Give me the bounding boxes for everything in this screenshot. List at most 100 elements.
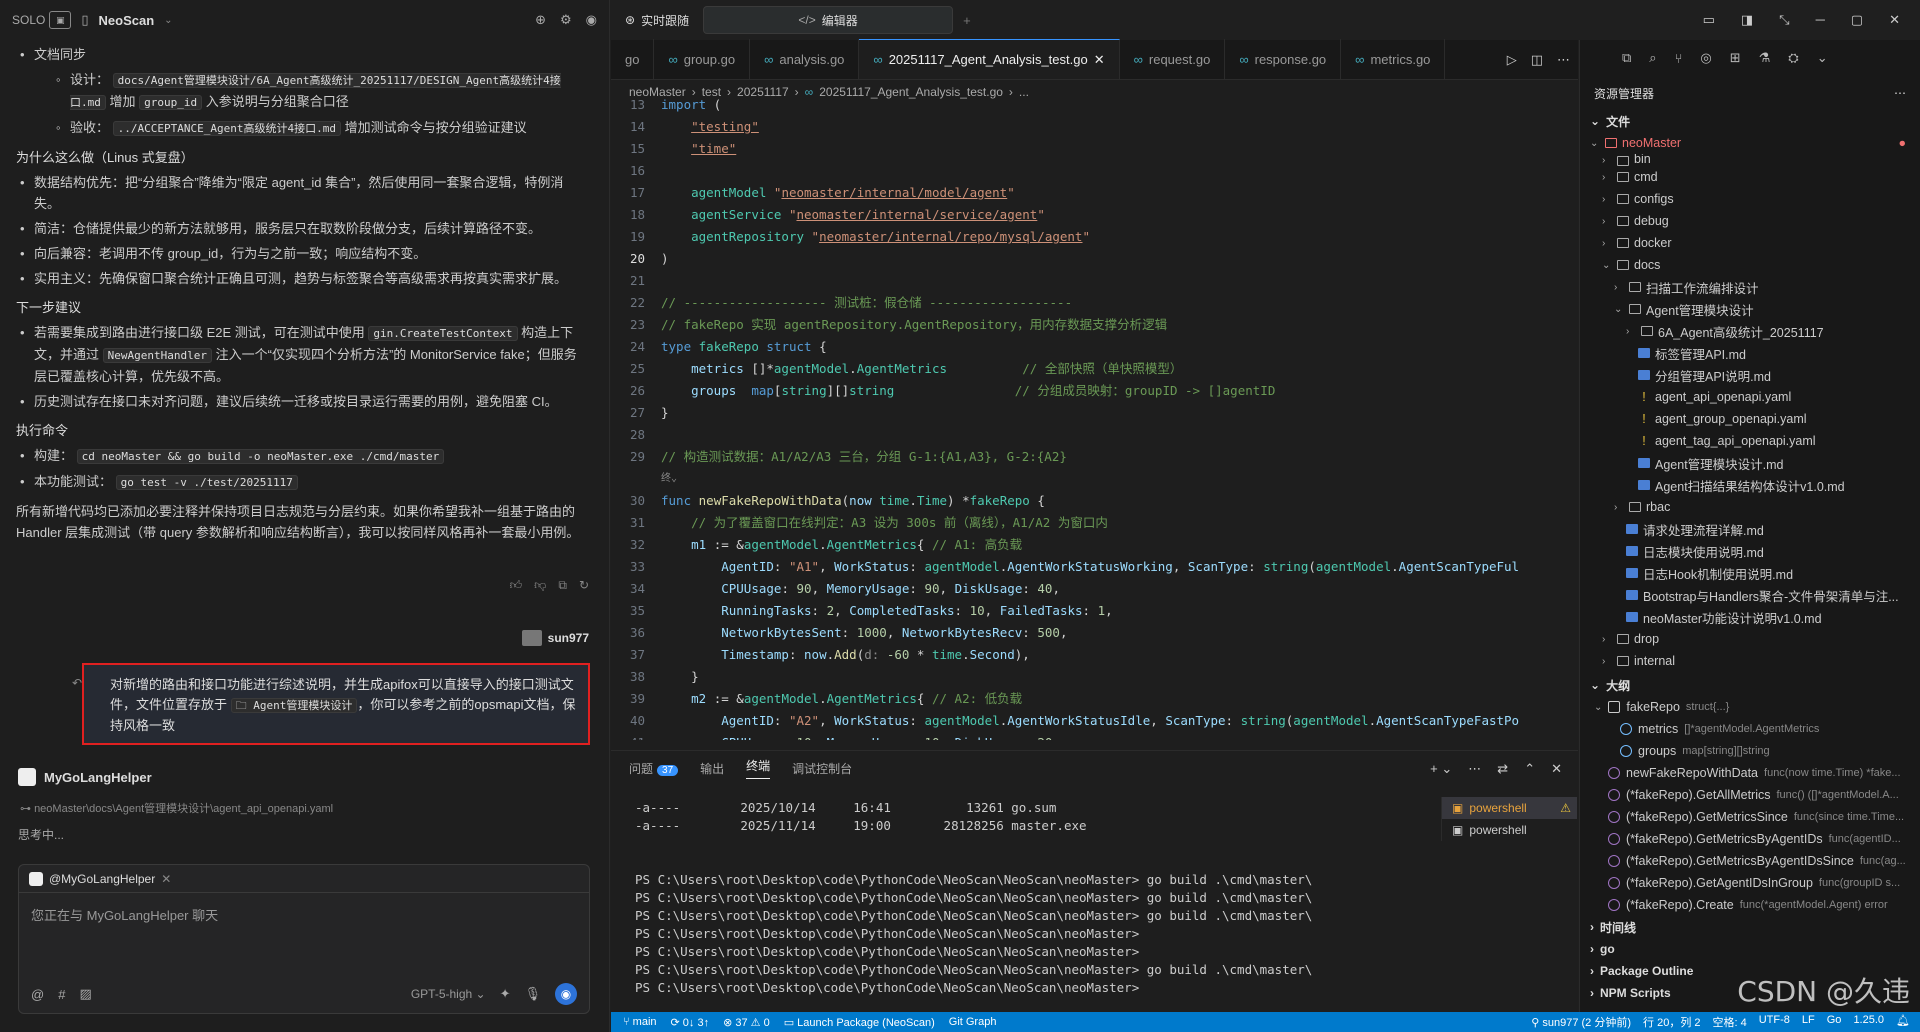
tree-item[interactable]: › internal bbox=[1580, 650, 1920, 672]
terminal-item[interactable]: ▣ powershell ⚠ bbox=[1442, 797, 1577, 819]
thumbs-down-icon[interactable]: 👎︎ bbox=[534, 578, 546, 593]
git-graph-button[interactable]: Git Graph bbox=[949, 1016, 997, 1028]
tree-item[interactable]: 标签管理API.md bbox=[1580, 342, 1920, 364]
tree-root[interactable]: ⌄ neoMaster ● bbox=[1580, 132, 1920, 154]
sidebar-toggle-icon[interactable]: ▯ bbox=[81, 12, 88, 28]
minimize-icon[interactable]: ─ bbox=[1816, 12, 1825, 28]
outline-item[interactable]: (*fakeRepo).GetMetricsByAgentIDs func(age… bbox=[1580, 828, 1920, 850]
tab-editor[interactable]: </> 编辑器 bbox=[703, 6, 954, 34]
project-title[interactable]: NeoScan bbox=[99, 13, 155, 28]
add-terminal-icon[interactable]: + ⌄ bbox=[1430, 761, 1452, 777]
outline-item[interactable]: (*fakeRepo).GetAllMetrics func() ([]*agen… bbox=[1580, 784, 1920, 806]
flask-icon[interactable]: ⚗ bbox=[1759, 50, 1771, 66]
extensions-icon[interactable]: ⊞ bbox=[1730, 50, 1741, 66]
outline-item[interactable]: (*fakeRepo).Create func(*agentModel.Agent… bbox=[1580, 894, 1920, 916]
blame-status[interactable]: ⚲ sun977 (2 分钟前) bbox=[1531, 1014, 1631, 1030]
outline-item[interactable]: ⌄ fakeRepo struct{...} bbox=[1580, 696, 1920, 718]
close-window-icon[interactable]: ✕ bbox=[1889, 12, 1900, 28]
tree-item[interactable]: › rbac bbox=[1580, 496, 1920, 518]
indentation[interactable]: 空格: 4 bbox=[1713, 1014, 1747, 1030]
editor-tab[interactable]: ∞ group.go bbox=[654, 39, 751, 79]
gear-icon[interactable]: ⚙ bbox=[560, 12, 572, 28]
close-icon[interactable]: ✕ bbox=[1094, 52, 1105, 68]
editor-tab-active[interactable]: ∞ 20251117_Agent_Analysis_test.go ✕ bbox=[859, 39, 1120, 79]
timeline-section[interactable]: › 时间线 bbox=[1580, 916, 1920, 938]
split-editor-icon[interactable]: ◫ bbox=[1531, 52, 1543, 68]
files-section[interactable]: ⌄ 文件 bbox=[1580, 110, 1920, 132]
tree-item[interactable]: › 扫描工作流编排设计 bbox=[1580, 276, 1920, 298]
thumbs-up-icon[interactable]: 👍︎ bbox=[510, 578, 523, 593]
editor-tab[interactable]: go bbox=[611, 39, 655, 79]
tree-item[interactable]: ! agent_api_openapi.yaml bbox=[1580, 386, 1920, 408]
tree-item[interactable]: 请求处理流程详解.md bbox=[1580, 518, 1920, 540]
outline-item[interactable]: (*fakeRepo).GetMetricsByAgentIDsSince fun… bbox=[1580, 850, 1920, 872]
tree-item[interactable]: 分组管理API说明.md bbox=[1580, 364, 1920, 386]
tree-item[interactable]: Bootstrap与Handlers聚合-文件骨架清单与注... bbox=[1580, 584, 1920, 606]
mention-icon[interactable]: @ bbox=[31, 987, 44, 1002]
source-control-icon[interactable]: ⑂ bbox=[1675, 51, 1683, 66]
tree-item[interactable]: ⌄ docs bbox=[1580, 254, 1920, 276]
retry-icon[interactable]: ↻ bbox=[579, 578, 589, 593]
search-icon[interactable]: ⌕ bbox=[1649, 50, 1656, 66]
outline-section[interactable]: ⌄ 大纲 bbox=[1580, 674, 1920, 696]
undo-icon[interactable]: ↶ bbox=[72, 676, 82, 690]
line-ending[interactable]: LF bbox=[1802, 1014, 1815, 1030]
close-panel-icon[interactable]: ✕ bbox=[1551, 761, 1562, 777]
new-chat-icon[interactable]: ⊕ bbox=[535, 12, 546, 28]
tree-item[interactable]: 日志Hook机制使用说明.md bbox=[1580, 562, 1920, 584]
more-icon[interactable]: ⋯ bbox=[1894, 86, 1906, 100]
maximize-panel-icon[interactable]: ⌃ bbox=[1524, 761, 1535, 777]
editor-tab[interactable]: ∞ analysis.go bbox=[750, 39, 860, 79]
sync-status[interactable]: ⟳ 0↓ 3↑ bbox=[671, 1016, 710, 1029]
tree-item[interactable]: neoMaster功能设计说明v1.0.md bbox=[1580, 606, 1920, 628]
chevron-down-icon[interactable]: ⌄ bbox=[164, 15, 172, 26]
language-mode[interactable]: Go bbox=[1827, 1014, 1842, 1030]
hash-icon[interactable]: # bbox=[58, 987, 65, 1002]
chevron-down-icon[interactable]: ⌄ bbox=[1817, 50, 1828, 66]
more-icon[interactable]: ⋯ bbox=[1468, 761, 1481, 777]
tree-item[interactable]: › configs bbox=[1580, 188, 1920, 210]
close-icon[interactable]: ✕ bbox=[161, 872, 171, 886]
outline-item[interactable]: groups map[string][]string bbox=[1580, 740, 1920, 762]
cursor-position[interactable]: 行 20，列 2 bbox=[1643, 1014, 1700, 1030]
tab-terminal[interactable]: 终端 bbox=[746, 757, 771, 779]
image-icon[interactable]: ▨ bbox=[79, 986, 91, 1002]
more-icon[interactable]: ⋯ bbox=[1557, 52, 1570, 68]
tab-live-follow[interactable]: ⊛ 实时跟随 bbox=[611, 6, 703, 34]
tab-problems[interactable]: 问题 37 bbox=[629, 760, 679, 777]
tab-debug-console[interactable]: 调试控制台 bbox=[792, 760, 852, 777]
files-icon[interactable]: ⧉ bbox=[1622, 50, 1631, 66]
code-lens[interactable]: 终⌄ bbox=[611, 468, 1578, 490]
go-version[interactable]: 1.25.0 bbox=[1853, 1014, 1884, 1030]
tree-item[interactable]: Agent管理模块设计.md bbox=[1580, 452, 1920, 474]
outline-item[interactable]: newFakeRepoWithData func(now time.Time) *… bbox=[1580, 762, 1920, 784]
file-link[interactable]: ../ACCEPTANCE_Agent高级统计4接口.md bbox=[112, 121, 341, 136]
maximize-icon[interactable]: ▢ bbox=[1851, 12, 1863, 28]
tree-item[interactable]: 日志模块使用说明.md bbox=[1580, 540, 1920, 562]
outline-item[interactable]: metrics []*agentModel.AgentMetrics bbox=[1580, 718, 1920, 740]
split-icon[interactable]: ◨ bbox=[1741, 12, 1753, 28]
terminal-output[interactable]: -a---- 2025/10/14 16:41 13261 go.sum -a--… bbox=[635, 799, 1435, 997]
launch-status[interactable]: ▭ Launch Package (NeoScan) bbox=[784, 1016, 935, 1029]
model-selector[interactable]: GPT-5-high ⌄ bbox=[411, 987, 486, 1001]
tree-item[interactable]: Agent扫描结果结构体设计v1.0.md bbox=[1580, 474, 1920, 496]
problems-status[interactable]: ⊗ 37 ⚠ 0 bbox=[723, 1016, 770, 1029]
swap-icon[interactable]: ⇄ bbox=[1497, 761, 1508, 777]
tree-item[interactable]: › drop bbox=[1580, 628, 1920, 650]
tab-output[interactable]: 输出 bbox=[700, 760, 724, 777]
collapse-icon[interactable]: ⤡ bbox=[1779, 12, 1789, 28]
tree-item[interactable]: › 6A_Agent高级统计_20251117 bbox=[1580, 320, 1920, 342]
terminal-item[interactable]: ▣ powershell bbox=[1442, 819, 1577, 841]
copy-icon[interactable]: ⧉ bbox=[558, 578, 567, 593]
tree-item[interactable]: › bin bbox=[1580, 154, 1920, 166]
file-reference[interactable]: ⊶ neoMaster\docs\Agent管理模块设计\agent_api_o… bbox=[20, 800, 333, 816]
mic-icon[interactable]: 🎙︎ bbox=[524, 986, 541, 1002]
editor-tab[interactable]: ∞ request.go bbox=[1120, 39, 1226, 79]
account-icon[interactable]: ◉ bbox=[586, 12, 597, 28]
send-button[interactable]: ◉ bbox=[555, 983, 577, 1005]
encoding[interactable]: UTF-8 bbox=[1759, 1014, 1790, 1030]
tree-item[interactable]: › cmd bbox=[1580, 166, 1920, 188]
run-icon[interactable]: ▷ bbox=[1507, 52, 1517, 68]
editor-tab[interactable]: ∞ response.go bbox=[1225, 39, 1342, 79]
bell-icon[interactable]: 🔔︎ bbox=[1896, 1014, 1910, 1030]
